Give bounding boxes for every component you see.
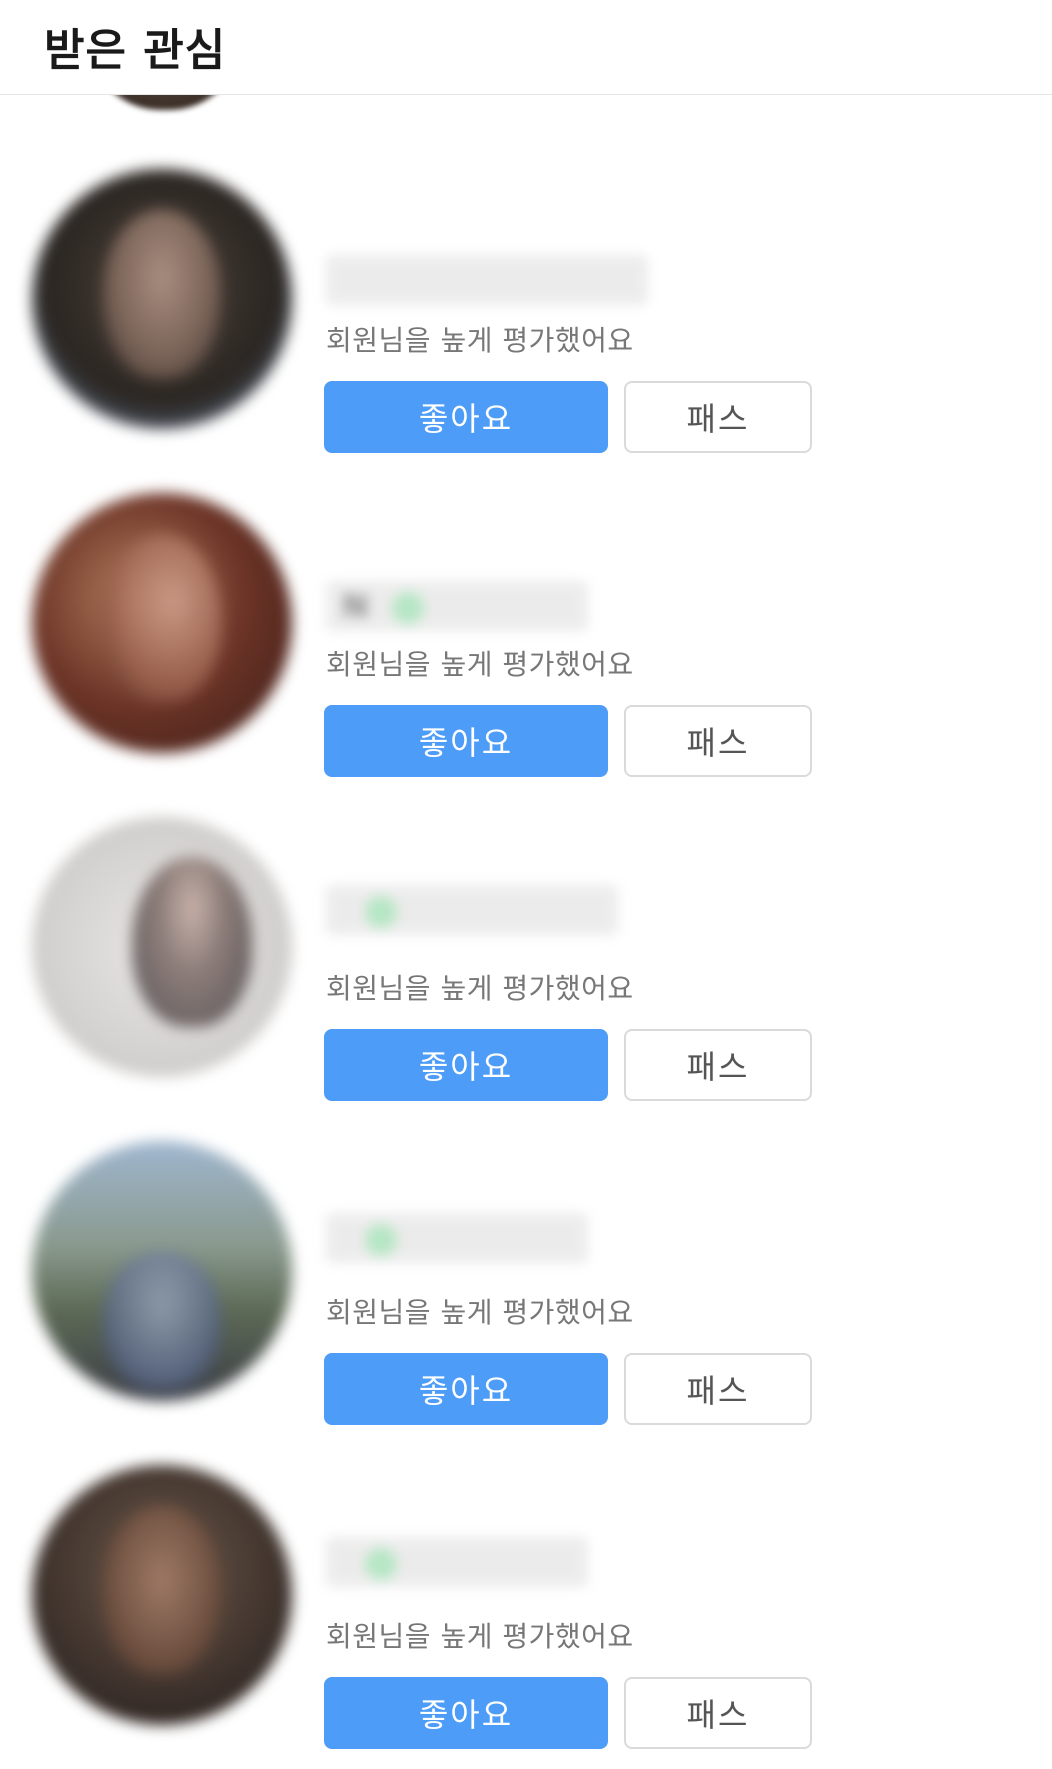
list-item: 회원님을 높게 평가했어요 좋아요 패스 [0,149,1052,473]
list-item: 회원님을 높게 평가했어요 좋아요 패스 [0,1121,1052,1445]
like-button[interactable]: 좋아요 [324,1677,608,1749]
user-name [326,255,648,305]
pass-button[interactable]: 패스 [624,1677,812,1749]
subtitle: 회원님을 높게 평가했어요 [326,972,634,1005]
online-status-icon [391,592,424,624]
subtitle: 회원님을 높게 평가했어요 [326,1620,634,1653]
like-button[interactable]: 좋아요 [324,1029,608,1101]
avatar[interactable] [32,169,292,429]
avatar[interactable] [32,1141,292,1401]
subtitle: 회원님을 높게 평가했어요 [326,648,634,681]
avatar[interactable] [32,493,292,753]
avatar[interactable] [32,817,292,1077]
subtitle: 회원님을 높게 평가했어요 [326,1296,634,1329]
subtitle: 회원님을 높게 평가했어요 [326,324,634,357]
pass-button[interactable]: 패스 [624,1029,812,1101]
list-item: 회원님을 높게 평가했어요 좋아요 패스 [0,797,1052,1121]
like-button[interactable]: 좋아요 [324,381,608,453]
online-status-icon [365,1224,398,1256]
list-item: 회원님을 높게 평가했어요 좋아요 패스 [0,1445,1052,1769]
user-name [326,1537,588,1587]
page-title: 받은 관심 [44,25,227,76]
online-status-icon [365,1548,398,1580]
online-status-icon [365,896,398,928]
pass-button[interactable]: 패스 [624,1353,812,1425]
user-name [326,885,618,935]
pass-button[interactable]: 패스 [624,705,812,777]
list-item: N 회원님을 높게 평가했어요 좋아요 패스 [0,473,1052,797]
like-button[interactable]: 좋아요 [324,705,608,777]
like-button[interactable]: 좋아요 [324,1353,608,1425]
page-header: 받은 관심 [0,0,1052,95]
pass-button[interactable]: 패스 [624,381,812,453]
user-name [326,1213,588,1263]
avatar[interactable] [32,1465,292,1725]
user-name: N [326,581,588,631]
